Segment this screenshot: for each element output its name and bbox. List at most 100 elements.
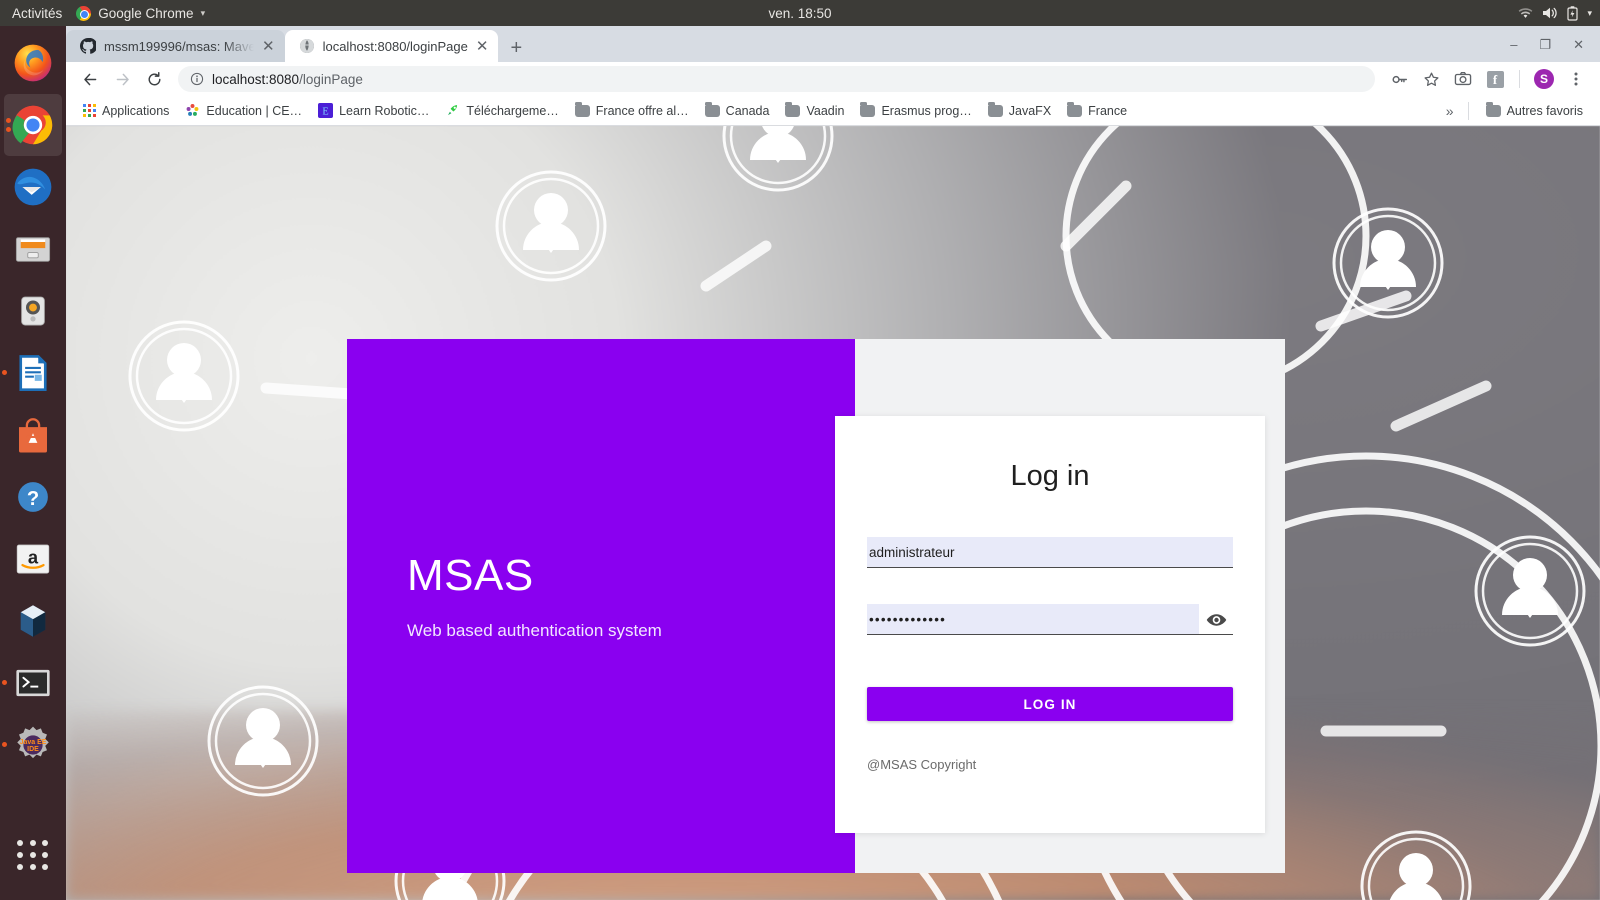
github-icon <box>80 38 96 54</box>
close-window-button[interactable]: ✕ <box>1573 38 1584 51</box>
dock-item-thunderbird[interactable] <box>0 156 66 218</box>
firefox-icon <box>14 44 52 82</box>
dock-item-files[interactable] <box>0 218 66 280</box>
tab-strip: mssm199996/msas: Mave ✕ localhost:8080/l… <box>66 26 1600 62</box>
clock[interactable]: ven. 18:50 <box>768 6 831 21</box>
dock-item-eclipse-java-ee-ide[interactable]: Java EE IDE <box>0 714 66 776</box>
dock-item-firefox[interactable] <box>0 32 66 94</box>
star-icon[interactable] <box>1417 65 1445 93</box>
dock-item-rhythmbox[interactable] <box>0 280 66 342</box>
volume-icon <box>1543 7 1558 19</box>
username-input[interactable] <box>867 537 1233 568</box>
forward-button[interactable] <box>108 65 136 93</box>
reload-button[interactable] <box>140 65 168 93</box>
bookmark-erasmus-prog[interactable]: Erasmus prog… <box>853 101 978 121</box>
robotics-icon: E <box>318 103 334 118</box>
profile-avatar[interactable]: S <box>1530 65 1558 93</box>
rhythmbox-icon <box>21 296 45 326</box>
bookmark-other-favorites[interactable]: Autres favoris <box>1479 101 1590 121</box>
bookmark-label: Autres favoris <box>1506 103 1583 118</box>
app-menu-button[interactable]: Google Chrome ▾ <box>76 5 205 21</box>
facebook-glyph: f <box>1486 70 1504 88</box>
key-icon[interactable] <box>1385 65 1413 93</box>
info-circle-icon[interactable] <box>190 72 204 86</box>
bookmark-applications[interactable]: Applications <box>76 101 176 121</box>
brand-panel: MSAS Web based authentication system <box>347 339 855 873</box>
chrome-logo-icon <box>76 5 92 21</box>
folder-icon <box>987 101 1003 117</box>
browser-tab-loginpage[interactable]: localhost:8080/loginPage ✕ <box>284 30 499 62</box>
bookmarks-divider <box>1467 101 1469 120</box>
dock-item-ubuntu-software[interactable] <box>0 404 66 466</box>
running-indicator <box>6 127 11 132</box>
svg-text:Java EE: Java EE <box>20 739 47 746</box>
minimize-button[interactable]: – <box>1510 38 1517 51</box>
amazon-icon: a <box>16 544 50 574</box>
facebook-icon[interactable]: f <box>1481 65 1509 93</box>
running-indicator <box>2 370 7 375</box>
bookmarks-overflow-button[interactable]: » <box>1436 103 1464 119</box>
svg-text:E: E <box>322 106 328 117</box>
back-button[interactable] <box>76 65 104 93</box>
folder-icon <box>860 101 876 117</box>
running-indicator <box>6 118 11 123</box>
password-input[interactable] <box>867 604 1199 635</box>
camera-icon[interactable] <box>1449 65 1477 93</box>
bookmark-label: Téléchargeme… <box>466 103 559 118</box>
bookmark-label: France offre al… <box>595 103 689 118</box>
dock-item-terminal[interactable] <box>0 652 66 714</box>
bookmark-label: Education | CE… <box>206 103 303 118</box>
dock-item-google-chrome[interactable] <box>4 94 62 156</box>
three-dots-icon[interactable] <box>1562 65 1590 93</box>
toolbar-divider <box>1519 70 1520 88</box>
virtualbox-icon <box>20 605 46 637</box>
bookmark-telechargements[interactable]: Téléchargeme… <box>438 100 565 121</box>
bookmark-vaadin[interactable]: Vaadin <box>778 101 851 121</box>
new-tab-button[interactable]: + <box>498 38 534 62</box>
browser-tab-github[interactable]: mssm199996/msas: Mave ✕ <box>66 30 285 62</box>
bookmark-learn-robotics[interactable]: E Learn Robotic… <box>311 100 436 121</box>
chrome-window: mssm199996/msas: Mave ✕ localhost:8080/l… <box>66 26 1600 900</box>
password-underline <box>867 634 1233 635</box>
dock-item-help[interactable]: ? <box>0 466 66 528</box>
url-path: /loginPage <box>299 71 363 87</box>
bookmark-france[interactable]: France <box>1060 101 1134 121</box>
login-button[interactable]: LOG IN <box>867 687 1233 721</box>
bookmark-canada[interactable]: Canada <box>698 101 777 121</box>
dock-item-amazon[interactable]: a <box>0 528 66 590</box>
dock-item-virtualbox[interactable] <box>0 590 66 652</box>
folder-icon <box>574 101 590 117</box>
svg-text:IDE: IDE <box>27 746 39 753</box>
browser-toolbar: localhost:8080/loginPage f S <box>66 62 1600 96</box>
dock-item-libreoffice-writer[interactable] <box>0 342 66 404</box>
help-icon: ? <box>18 482 48 512</box>
activities-button[interactable]: Activités <box>0 6 76 21</box>
bookmark-france-offre-al[interactable]: France offre al… <box>568 101 696 121</box>
terminal-icon <box>16 669 50 697</box>
avatar-initial: S <box>1534 69 1554 89</box>
bookmark-education[interactable]: Education | CE… <box>178 100 309 121</box>
username-row <box>867 537 1233 568</box>
maximize-button[interactable]: ❐ <box>1539 38 1551 51</box>
password-row <box>867 604 1233 635</box>
address-bar[interactable]: localhost:8080/loginPage <box>178 66 1375 92</box>
brand-subtitle: Web based authentication system <box>407 621 662 640</box>
tab-close-icon[interactable]: ✕ <box>476 39 489 54</box>
show-applications-button[interactable] <box>17 840 49 870</box>
bookmark-label: Canada <box>725 103 770 118</box>
chevron-down-icon: ▾ <box>1587 7 1592 18</box>
os-top-bar: Activités Google Chrome ▾ ven. 18:50 ▾ <box>0 0 1600 26</box>
apps-grid-icon <box>83 104 96 117</box>
login-heading: Log in <box>1010 460 1090 492</box>
page-viewport: MSAS Web based authentication system Log… <box>66 126 1600 900</box>
bookmark-javafx[interactable]: JavaFX <box>981 101 1058 121</box>
system-status-area[interactable]: ▾ <box>1518 5 1592 21</box>
folder-icon <box>1067 101 1083 117</box>
tab-close-icon[interactable]: ✕ <box>262 39 275 54</box>
url-text: localhost:8080/loginPage <box>212 72 363 87</box>
bookmark-label: Vaadin <box>806 103 845 118</box>
url-host: localhost:8080 <box>212 71 300 87</box>
field-spacer <box>867 568 1233 604</box>
eye-icon[interactable] <box>1199 604 1233 635</box>
thunderbird-icon <box>14 168 52 206</box>
